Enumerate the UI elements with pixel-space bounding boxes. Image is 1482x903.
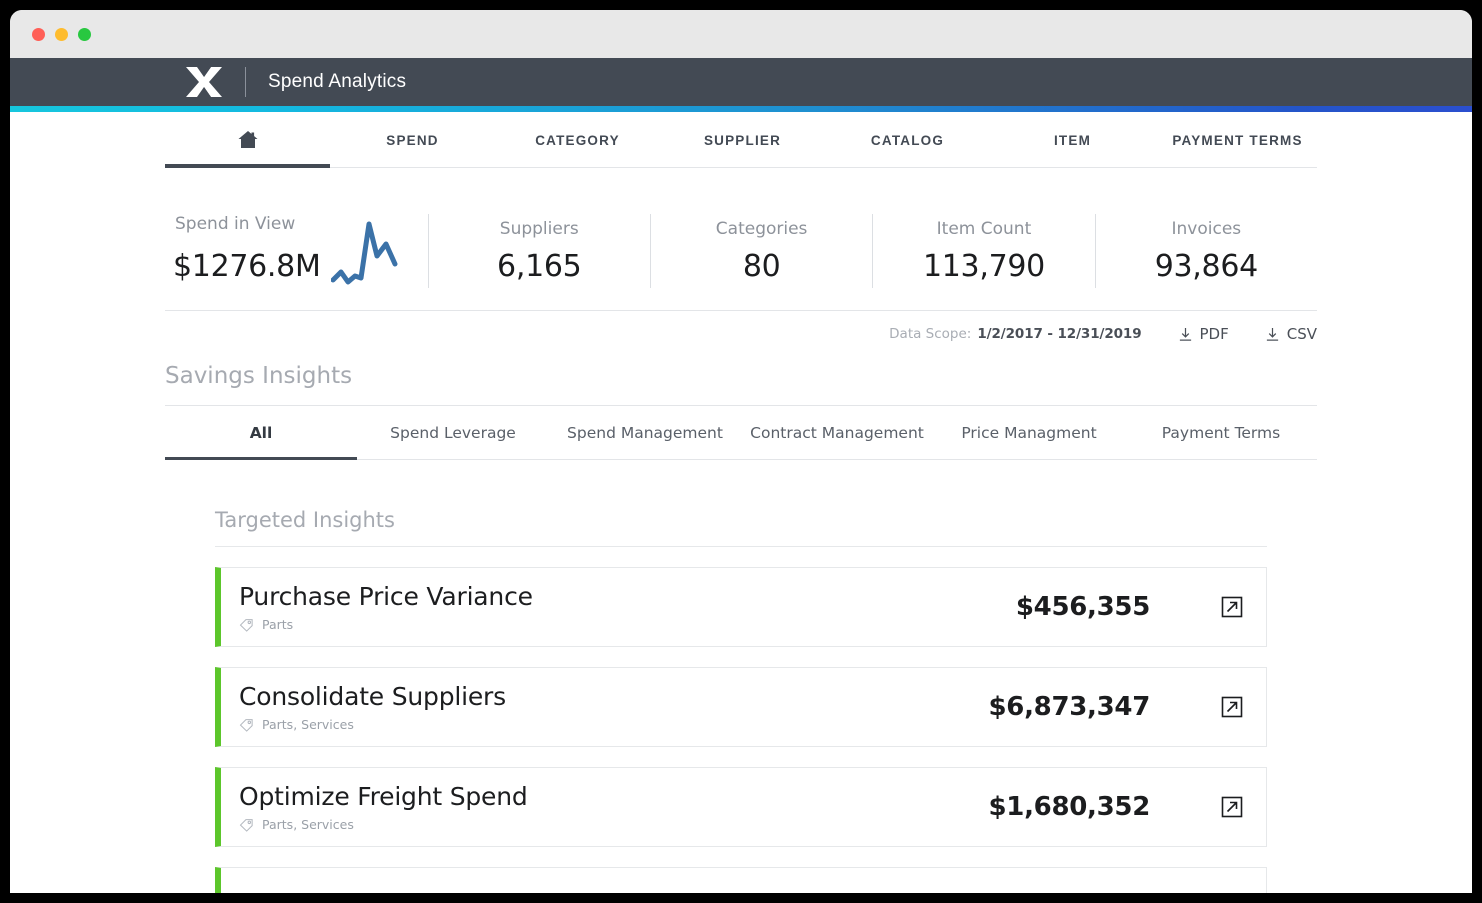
savings-insights-title: Savings Insights	[165, 347, 1317, 406]
nav-item-home[interactable]	[165, 112, 330, 168]
nav-label: CATALOG	[870, 132, 945, 148]
insight-details: Optimize Freight Spend Parts, Services	[239, 782, 989, 832]
export-pdf-label: PDF	[1199, 325, 1229, 343]
kpi-item-count: Item Count 113,790	[873, 214, 1096, 288]
download-icon	[1178, 327, 1200, 342]
data-scope-label: Data Scope:	[889, 326, 972, 342]
window-maximize-button[interactable]	[78, 27, 91, 41]
kpi-suppliers: Suppliers 6,165	[429, 214, 651, 288]
nav-item-supplier[interactable]: SUPPLIER	[660, 112, 825, 168]
nav-item-spend[interactable]: SPEND	[330, 112, 495, 168]
tag-icon	[239, 717, 262, 732]
open-external-icon[interactable]	[1220, 595, 1244, 619]
nav-item-category[interactable]: CATEGORY	[495, 112, 660, 168]
open-external-icon[interactable]	[1220, 795, 1244, 819]
app-header: Spend Analytics	[10, 58, 1472, 106]
nav-label: SUPPLIER	[703, 132, 782, 148]
kpi-label: Invoices	[1171, 218, 1242, 239]
x-logo-icon	[185, 65, 223, 99]
open-external-icon[interactable]	[1220, 695, 1244, 719]
export-csv-label: CSV	[1286, 325, 1317, 343]
data-scope-row: Data Scope: 1/2/2017 - 12/31/2019 PDF CS…	[165, 311, 1317, 347]
insight-details: Purchase Price Variance Parts	[239, 582, 1016, 632]
browser-window: Spend Analytics SPEND CATEGORY SUPPLIER …	[10, 10, 1472, 893]
data-scope-value: 1/2/2017 - 12/31/2019	[977, 326, 1142, 342]
tab-price-management[interactable]: Price Managment	[933, 406, 1125, 459]
main-navigation: SPEND CATEGORY SUPPLIER CATALOG ITEM PAY…	[10, 112, 1472, 168]
nav-label: CATEGORY	[535, 132, 620, 148]
kpi-spend-in-view: Spend in View $1276.8M	[165, 214, 429, 288]
insight-row[interactable]: Purchase Price Variance Parts $456,355	[215, 567, 1267, 647]
insight-row[interactable]: Consolidate Suppliers Parts, Services $6…	[215, 667, 1267, 747]
insight-amount: $10,047,630	[971, 892, 1151, 893]
nav-item-catalog[interactable]: CATALOG	[825, 112, 990, 168]
nav-item-payment-terms[interactable]: PAYMENT TERMS	[1155, 112, 1320, 168]
tag-text: Parts, Services	[262, 717, 354, 732]
app-title: Spend Analytics	[268, 71, 407, 92]
savings-insights-tabs: All Spend Leverage Spend Management Cont…	[165, 406, 1317, 460]
nav-item-item[interactable]: ITEM	[990, 112, 1155, 168]
tab-label: Price Managment	[961, 424, 1097, 442]
insight-name: Purchase Price Variance	[239, 582, 533, 611]
kpi-value: $1276.8M	[173, 248, 321, 284]
window-minimize-button[interactable]	[55, 27, 68, 41]
targeted-insights-title: Targeted Insights	[215, 460, 1267, 547]
kpi-value: 6,165	[497, 248, 582, 284]
export-pdf-button[interactable]: PDF	[1178, 325, 1229, 343]
tab-label: Contract Management	[750, 424, 924, 442]
download-icon	[1265, 327, 1287, 342]
home-icon	[236, 128, 260, 152]
insight-row[interactable]: Optimize Freight Spend Parts, Services $…	[215, 767, 1267, 847]
insight-amount: $456,355	[1015, 592, 1150, 622]
window-titlebar	[10, 10, 1472, 58]
insight-amount: $1,680,352	[988, 792, 1151, 822]
nav-label: PAYMENT TERMS	[1172, 132, 1303, 148]
tag-icon	[239, 817, 262, 832]
insight-row[interactable]: Early Payment Discounts $10,047,630	[215, 867, 1267, 893]
kpi-value: 80	[742, 248, 781, 284]
tab-spend-management[interactable]: Spend Management	[549, 406, 741, 459]
kpi-label: Categories	[715, 218, 808, 239]
tab-label: All	[249, 424, 273, 442]
kpi-value: 93,864	[1154, 248, 1258, 284]
insight-details: Early Payment Discounts	[239, 890, 971, 894]
insight-tags: Parts, Services	[239, 817, 989, 832]
spend-sparkline-chart	[321, 221, 403, 288]
nav-label: SPEND	[386, 132, 439, 148]
kpi-strip: Spend in View $1276.8M Suppliers 6,165 C…	[165, 196, 1317, 311]
insight-name: Consolidate Suppliers	[239, 682, 506, 711]
tag-text: Parts, Services	[262, 817, 354, 832]
tag-icon	[239, 617, 262, 632]
insight-amount: $6,873,347	[988, 692, 1151, 722]
export-csv-button[interactable]: CSV	[1265, 325, 1317, 343]
brand: Spend Analytics	[185, 65, 406, 99]
kpi-label: Suppliers	[499, 218, 579, 239]
tab-label: Payment Terms	[1161, 424, 1281, 442]
tab-payment-terms[interactable]: Payment Terms	[1125, 406, 1317, 459]
insight-name: Early Payment Discounts	[239, 890, 971, 894]
tab-all[interactable]: All	[165, 406, 357, 460]
kpi-label: Spend in View	[175, 214, 296, 234]
tag-text: Parts	[262, 617, 294, 632]
kpi-invoices: Invoices 93,864	[1096, 214, 1317, 288]
kpi-value: 113,790	[922, 248, 1045, 284]
tab-contract-management[interactable]: Contract Management	[741, 406, 933, 459]
tab-spend-leverage[interactable]: Spend Leverage	[357, 406, 549, 459]
tab-label: Spend Management	[567, 424, 723, 442]
header-divider	[245, 67, 246, 97]
kpi-categories: Categories 80	[651, 214, 874, 288]
targeted-insights-section: Targeted Insights Purchase Price Varianc…	[165, 460, 1317, 893]
window-close-button[interactable]	[32, 27, 45, 41]
insight-name: Optimize Freight Spend	[239, 782, 528, 811]
insight-tags: Parts	[239, 617, 1016, 632]
insight-tags: Parts, Services	[239, 717, 989, 732]
page-content: Spend in View $1276.8M Suppliers 6,165 C…	[10, 196, 1472, 893]
nav-label: ITEM	[1053, 132, 1092, 148]
tab-label: Spend Leverage	[390, 424, 516, 442]
insight-details: Consolidate Suppliers Parts, Services	[239, 682, 989, 732]
kpi-label: Item Count	[936, 218, 1032, 239]
